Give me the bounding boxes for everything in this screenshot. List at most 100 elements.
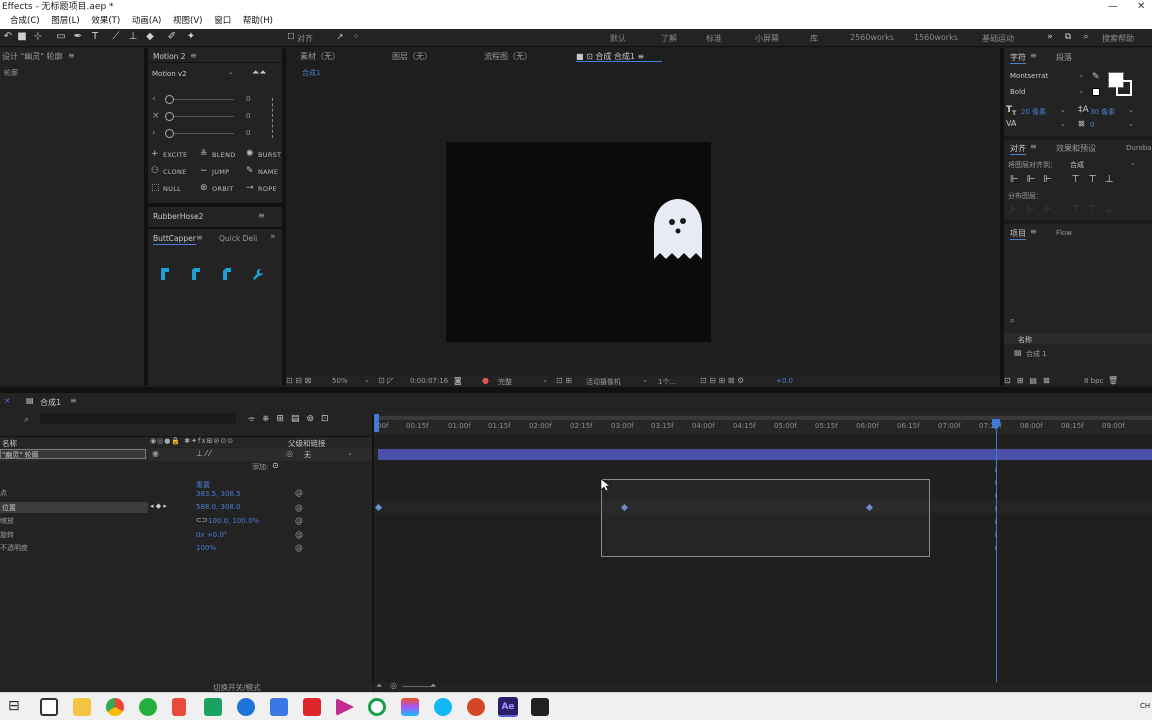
search-help-label[interactable]: 搜索帮助 <box>1102 33 1134 44</box>
camera-select[interactable]: 活动摄像机 <box>586 377 621 387</box>
buttcap-square-icon[interactable] <box>221 267 233 281</box>
dropdown-arrow-icon[interactable]: ⌄ <box>364 376 370 384</box>
dropdown-arrow-icon[interactable]: ⌄ <box>1060 120 1066 128</box>
dropdown-arrow-icon[interactable]: ⌄ <box>1128 120 1134 128</box>
mountain-graph-icon[interactable]: ⏶⏶ <box>252 68 266 78</box>
quick-deli-tab[interactable]: Quick Deli <box>219 234 257 243</box>
slider-value[interactable]: 0 <box>246 129 250 137</box>
flowchart-tab[interactable]: 流程图（无） <box>484 51 532 62</box>
minimize-button[interactable]: — <box>1108 0 1118 14</box>
effects-presets-tab[interactable]: 效果和预设 <box>1056 143 1096 154</box>
wrench-icon[interactable] <box>252 267 264 281</box>
character-menu-icon[interactable]: ≡ <box>1030 51 1037 60</box>
app-green-icon[interactable] <box>204 698 222 716</box>
keyframe-nav-icons[interactable]: ◂ ◆ ▸ <box>150 502 167 510</box>
zoom-in-icon[interactable]: ⏶ <box>430 681 436 691</box>
paragraph-tab[interactable]: 段落 <box>1056 52 1072 63</box>
motion-tab[interactable]: Motion 2 <box>153 52 186 61</box>
distribute-buttons[interactable]: ⊩⊩⊩ ⊤⊤⊥ <box>1010 204 1121 215</box>
align-tab[interactable]: 对齐 <box>1010 143 1026 155</box>
timeline-menu-icon[interactable]: ≡ <box>70 396 77 405</box>
default-colors-icon[interactable] <box>1092 88 1100 96</box>
fit-icons[interactable]: ⊡ ◸ <box>378 376 393 385</box>
project-tab[interactable]: 项目 <box>1010 228 1026 240</box>
comp-breadcrumb[interactable]: 合成1 <box>302 68 320 78</box>
workspace-essentials[interactable]: 基础运动 <box>982 33 1014 44</box>
flow-tab[interactable]: Flow <box>1056 229 1072 237</box>
property-row[interactable]: 点 重置 383.5, 308.5 @ <box>0 481 373 499</box>
pen-tool-icon[interactable] <box>172 698 186 716</box>
eyedropper-icon[interactable]: ✎ <box>1092 72 1100 82</box>
resolution-select[interactable]: 完整 <box>498 377 512 387</box>
rotate-icon[interactable]: ↶ <box>2 31 14 43</box>
zoom-knob[interactable]: ◎ <box>390 681 397 690</box>
ease-lock-icon[interactable] <box>272 98 278 138</box>
buttcapper-menu-icon[interactable]: ≡ <box>196 233 203 242</box>
photos-icon[interactable] <box>531 698 549 716</box>
project-menu-icon[interactable]: ≡ <box>1030 227 1037 236</box>
eye-icon[interactable]: ◉ <box>152 449 159 458</box>
close-tab-icon[interactable]: × <box>4 396 11 405</box>
property-value[interactable]: 588.0, 308.0 <box>196 503 241 511</box>
region-icons[interactable]: ⊡ ⊞ <box>556 376 572 385</box>
property-row[interactable]: 缩放 ⊂⊃ 100.0, 100.0% @ <box>0 516 373 527</box>
panel-menu-icon[interactable]: ≡ <box>68 51 75 60</box>
expression-icon[interactable]: @ <box>295 488 303 497</box>
slider-value[interactable]: 0 <box>246 95 250 103</box>
link-icon[interactable]: ⊂⊃ <box>196 516 208 524</box>
align-to-select[interactable]: 合成 <box>1070 160 1084 170</box>
after-effects-icon[interactable]: Ae <box>498 697 518 717</box>
property-row[interactable]: 位置 ◂ ◆ ▸ 588.0, 308.0 @ <box>0 502 373 514</box>
dropdown-arrow-icon[interactable]: ⌄ <box>542 376 548 384</box>
menu-layer[interactable]: 图层(L) <box>51 16 79 26</box>
rubberhose-menu-icon[interactable]: ≡ <box>258 211 265 220</box>
workspace-libraries[interactable]: 库 <box>810 33 818 44</box>
effect-controls-tab[interactable]: 设计 "幽灵" 轮廓 <box>2 51 62 62</box>
font-size-value[interactable]: 20 像素 <box>1021 107 1046 117</box>
dropdown-arrow-icon[interactable]: ⌄ <box>1078 87 1084 95</box>
slider-track[interactable] <box>172 133 234 134</box>
snap-options-icon[interactable]: ↗ <box>334 31 346 43</box>
work-area-bar[interactable] <box>376 416 1152 420</box>
dropdown-arrow-icon[interactable]: ⌄ <box>642 376 648 384</box>
buttcapper-tab[interactable]: ButtCapper <box>153 234 196 245</box>
menu-help[interactable]: 帮助(H) <box>243 16 273 26</box>
slider-track[interactable] <box>172 116 234 117</box>
menu-view[interactable]: 视图(V) <box>173 16 202 26</box>
view-layout-select[interactable]: 1个... <box>658 377 676 387</box>
tracking-value[interactable]: 0 <box>1090 121 1094 129</box>
dropdown-arrow-icon[interactable]: ⌄ <box>1130 159 1136 167</box>
puppet-pin-icon[interactable]: ✦ <box>185 31 197 43</box>
bit-depth-label[interactable]: 8 bpc <box>1084 377 1103 385</box>
property-row[interactable]: 旋转 0x +0.0° @ <box>0 530 373 541</box>
current-timecode[interactable]: 0:00:07:16 <box>410 377 448 385</box>
add-property-icon[interactable]: ⊙ <box>272 461 279 470</box>
figma-icon[interactable] <box>401 698 419 716</box>
app-circle-green-icon[interactable] <box>368 698 386 716</box>
qq-icon[interactable] <box>434 698 452 716</box>
timeline-comp-tab[interactable]: 合成1 <box>40 397 61 408</box>
layer-duration-bar[interactable] <box>378 449 1152 460</box>
rectangle-tool-icon[interactable]: ▭ <box>55 31 67 43</box>
clone-stamp-icon[interactable]: ⊥ <box>127 31 139 43</box>
menu-animation[interactable]: 动画(A) <box>132 16 161 26</box>
zoom-track[interactable] <box>402 686 432 687</box>
app-red-icon[interactable] <box>303 698 321 716</box>
rubberhose-tab[interactable]: RubberHose2 <box>153 212 203 221</box>
slider-arrow-left-icon[interactable]: ‹ <box>152 94 156 104</box>
workspace-standard[interactable]: 标准 <box>706 33 722 44</box>
slider-value[interactable]: 0 <box>246 112 250 120</box>
duroba-tab[interactable]: Duroba <box>1126 144 1152 152</box>
zoom-level[interactable]: 50% <box>332 377 348 385</box>
slider-track[interactable] <box>172 99 234 100</box>
roto-brush-icon[interactable]: ✐ <box>166 31 178 43</box>
layer-tab[interactable]: 图层（无） <box>392 51 432 62</box>
dropdown-arrow-icon[interactable]: ⌄ <box>347 449 353 457</box>
font-style-select[interactable]: Bold <box>1010 88 1025 96</box>
menu-effect[interactable]: 效果(T) <box>91 16 120 26</box>
folder-icon[interactable] <box>73 698 91 716</box>
workspace-more-icon[interactable]: » <box>1044 31 1056 43</box>
eraser-icon[interactable]: ◆ <box>144 31 156 43</box>
character-tab[interactable]: 字符 <box>1010 52 1026 64</box>
footage-tab[interactable]: 素材（无） <box>300 51 340 62</box>
